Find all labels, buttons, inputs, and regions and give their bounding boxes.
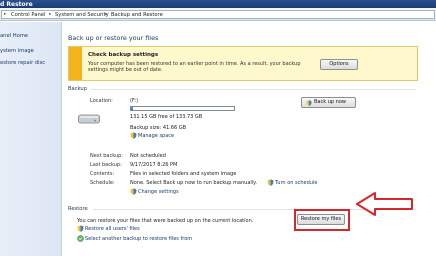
change-settings-link[interactable]: Change settings — [138, 189, 179, 195]
main-content: Back up or restore your files Check back… — [63, 22, 436, 256]
last-backup-label: Last backup: — [90, 162, 122, 168]
breadcrumb-backup-restore[interactable]: Backup and Restore — [111, 12, 163, 18]
turn-on-schedule-link[interactable]: Turn on schedule — [275, 180, 317, 186]
page-title: Back up or restore your files — [68, 34, 159, 42]
shield-icon — [306, 100, 312, 106]
backup-settings-notice: Check backup settings Your computer has … — [68, 46, 418, 81]
restore-all-users-link[interactable]: Restore all users' files — [85, 226, 140, 232]
sidebar-item-create-system-image[interactable]: ystem image — [0, 48, 34, 54]
title-bar: d Restore — [0, 0, 436, 8]
sidebar: anel Home ystem image estore repair disc — [0, 22, 62, 256]
schedule-value: None. Select Back up now to run backup m… — [130, 180, 258, 186]
shield-icon — [77, 225, 84, 232]
annotation-arrow-icon — [356, 192, 413, 216]
restore-description: You can restore your files that were bac… — [77, 218, 254, 224]
backup-size-text: Backup size: 41.66 GB — [130, 125, 187, 131]
location-label: Location: — [90, 98, 113, 104]
address-bar: ▸ Control Panel ▸ System and Security ▸ … — [0, 8, 436, 21]
location-value: (F:) — [130, 98, 139, 104]
back-up-now-label: Back up now — [314, 99, 346, 105]
select-another-backup-link[interactable]: Select another backup to restore files f… — [85, 236, 192, 242]
chevron-right-icon[interactable]: ▸ — [49, 12, 51, 17]
section-divider — [91, 89, 416, 90]
shield-icon — [130, 132, 137, 139]
backup-section-title: Backup — [68, 86, 88, 92]
hard-drive-icon — [78, 114, 100, 124]
shield-icon — [130, 188, 137, 195]
notice-accent-stripe — [69, 47, 82, 80]
manage-space-link[interactable]: Manage space — [138, 133, 174, 139]
options-button[interactable]: Options — [320, 59, 358, 70]
window-title: d Restore — [0, 0, 33, 8]
chevron-right-icon[interactable]: ▸ — [105, 12, 107, 17]
next-backup-value: Not scheduled — [130, 153, 166, 159]
restore-my-files-button[interactable]: Restore my files — [297, 214, 345, 225]
chevron-right-icon[interactable]: ▸ — [4, 12, 6, 17]
drive-usage-fill — [131, 107, 133, 110]
last-backup-value: 9/17/2017 8:26 PM — [130, 162, 178, 168]
contents-label: Contents: — [90, 171, 115, 177]
breadcrumb[interactable]: ▸ Control Panel ▸ System and Security ▸ … — [1, 10, 435, 19]
sidebar-item-create-repair-disc[interactable]: estore repair disc — [0, 60, 45, 66]
notice-body: Your computer has been restored to an ea… — [88, 61, 301, 73]
restore-icon — [77, 235, 84, 242]
notice-title: Check backup settings — [88, 52, 159, 58]
breadcrumb-system-security[interactable]: System and Security — [55, 12, 109, 18]
drive-usage-bar — [130, 106, 235, 111]
breadcrumb-control-panel[interactable]: Control Panel — [11, 12, 45, 18]
contents-value: Files in selected folders and system ima… — [130, 171, 237, 177]
sidebar-item-control-panel-home[interactable]: anel Home — [0, 33, 28, 39]
next-backup-label: Next backup: — [90, 153, 123, 159]
drive-usage-text: 131.15 GB free of 133.73 GB — [130, 114, 203, 120]
back-up-now-button[interactable]: Back up now — [301, 97, 356, 108]
restore-section-title: Restore — [68, 206, 88, 212]
shield-icon — [267, 179, 274, 186]
schedule-label: Schedule: — [90, 180, 115, 186]
